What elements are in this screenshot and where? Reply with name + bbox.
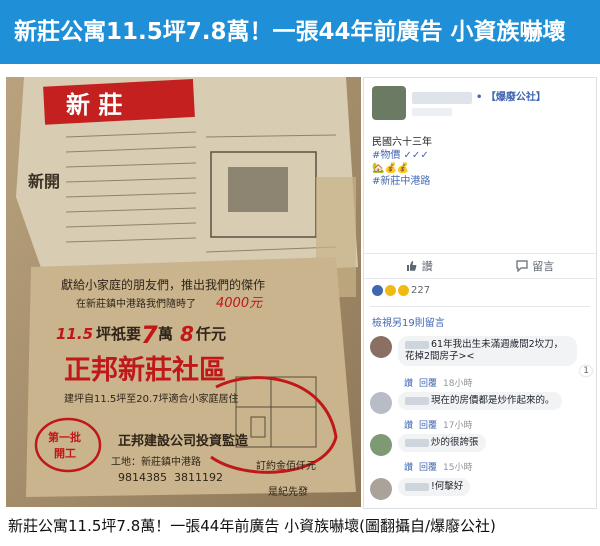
price-big: 7 xyxy=(141,321,158,349)
comment-meta: 讚回覆 17小時 xyxy=(404,418,472,431)
comment-like-link[interactable]: 讚 xyxy=(404,421,413,431)
comment-time: 18小時 xyxy=(443,379,473,389)
comment-bubble: 61年我出生未滿週歲間2坎刀，花掉2間房子>< xyxy=(398,336,577,366)
ad-location-line: 在新莊鎮中港路我們隨時了 xyxy=(76,297,196,310)
ad-intro-line: 獻給小家庭的朋友們，推出我們的傑作 xyxy=(61,277,265,292)
comment-text: !何擊好 xyxy=(431,481,464,492)
developer-name: 正邦建設公司投資監造 xyxy=(118,433,249,449)
post-line-4[interactable]: #新莊中港路 xyxy=(372,175,592,188)
comment-time: 17小時 xyxy=(443,421,473,431)
site-address: 工地：新莊鎮中港路 xyxy=(111,455,201,468)
project-name: 正邦新莊社區 xyxy=(64,354,226,386)
like-label: 讚 xyxy=(421,260,433,273)
price-size: 11.5 xyxy=(56,325,93,343)
price-eight: 8 xyxy=(180,322,194,346)
divider xyxy=(370,306,590,307)
avatar[interactable] xyxy=(370,478,392,500)
sad-reaction-icon xyxy=(398,285,409,296)
comment-like-badge: 1 xyxy=(580,366,592,376)
thumbs-up-icon xyxy=(406,261,417,271)
post-text: 民國六十三年 #物價 ✓✓✓ 🏡💰💰 #新莊中港路 xyxy=(372,136,592,188)
wow-reaction-icon xyxy=(385,285,396,296)
price-mid: 坪祇要 xyxy=(96,325,141,343)
like-reaction-icon xyxy=(372,285,383,296)
post-actions: 讚 留言 xyxy=(364,253,596,279)
phone-number: 9814385 xyxy=(118,471,167,484)
comment-reply-link[interactable]: 回覆 xyxy=(419,379,437,389)
corner-text: 是紀先發 xyxy=(268,485,308,498)
headline-banner: 新莊公寓11.5坪7.8萬！一張44年前廣告 小資族嚇壞 xyxy=(0,0,600,64)
comment-time: 15小時 xyxy=(443,463,473,473)
avatar[interactable] xyxy=(372,86,406,120)
phone-number-2: 3811192 xyxy=(174,471,223,484)
sign-top-text: 新開 xyxy=(28,172,60,191)
view-previous-comments[interactable]: 檢視另19則留言 xyxy=(372,314,445,329)
post-line-2[interactable]: #物價 ✓✓✓ xyxy=(372,149,592,162)
comment-bubble: 現在的房價都是炒作起來的。 xyxy=(398,392,562,410)
comment-reply-link[interactable]: 回覆 xyxy=(419,421,437,431)
price-thousand: 仟元 xyxy=(195,325,226,343)
comment-like-link[interactable]: 讚 xyxy=(404,463,413,473)
headline-title: 新莊公寓11.5坪7.8萬！一張44年前廣告 小資族嚇壞 xyxy=(14,19,566,45)
comment-meta: 讚回覆 18小時 xyxy=(404,376,472,389)
deposit-text: 訂約金佰仟元 xyxy=(256,459,316,472)
avatar[interactable] xyxy=(370,392,392,414)
stamp-text-2: 開工 xyxy=(54,447,76,460)
blurred-post-time xyxy=(412,108,452,116)
blurred-commenter xyxy=(405,340,429,349)
comment-like-link[interactable]: 讚 xyxy=(404,379,413,389)
svg-text:4000元: 4000元 xyxy=(216,296,263,311)
comment-label: 留言 xyxy=(532,260,555,273)
reaction-count: 227 xyxy=(411,285,431,296)
comment-text: 現在的房價都是炒作起來的。 xyxy=(431,395,555,406)
comment-bubble: !何擊好 xyxy=(398,478,471,496)
price-unit: 萬 xyxy=(158,325,173,343)
like-button[interactable]: 讚 xyxy=(406,258,433,274)
comment-meta: 讚回覆 15小時 xyxy=(404,460,472,473)
comment-text: 炒的很誇張 xyxy=(431,437,479,448)
reactions-summary[interactable]: 227 xyxy=(372,285,430,296)
image-caption: 新莊公寓11.5坪7.8萬！一張44年前廣告 小資族嚇壞(圖翻攝自/爆廢公社) xyxy=(8,517,496,535)
post-line-1: 民國六十三年 xyxy=(372,137,432,148)
blurred-commenter xyxy=(405,482,429,491)
stamp-text: 第一批 xyxy=(48,430,81,444)
comment-bubble: 炒的很誇張 xyxy=(398,434,486,452)
comment-reply-link[interactable]: 回覆 xyxy=(419,463,437,473)
avatar[interactable] xyxy=(370,336,392,358)
blurred-commenter xyxy=(405,396,429,405)
blurred-poster-name xyxy=(412,92,472,104)
post-line-3: 🏡💰💰 xyxy=(372,163,410,174)
building-line: 建坪自11.5坪至20.7坪適合小家庭居住 xyxy=(64,392,239,405)
facebook-post: • 【爆廢公社】 民國六十三年 #物價 ✓✓✓ 🏡💰💰 #新莊中港路 讚 留言 … xyxy=(363,77,597,509)
newspaper-illustration: 新 莊 新開 市 獻給小家庭的朋友們，推出我們的傑作 在新莊鎮中港路我們隨時了 … xyxy=(6,77,361,507)
post-header: • 【爆廢公社】 xyxy=(364,78,596,122)
top-red-header: 新 莊 xyxy=(66,91,122,119)
blurred-commenter xyxy=(405,438,429,447)
newspaper-photo: 新 莊 新開 市 獻給小家庭的朋友們，推出我們的傑作 在新莊鎮中港路我們隨時了 … xyxy=(6,77,361,507)
page-name[interactable]: • 【爆廢公社】 xyxy=(476,88,546,103)
comment-button[interactable]: 留言 xyxy=(516,258,554,274)
avatar[interactable] xyxy=(370,434,392,456)
comment-icon xyxy=(516,260,528,272)
